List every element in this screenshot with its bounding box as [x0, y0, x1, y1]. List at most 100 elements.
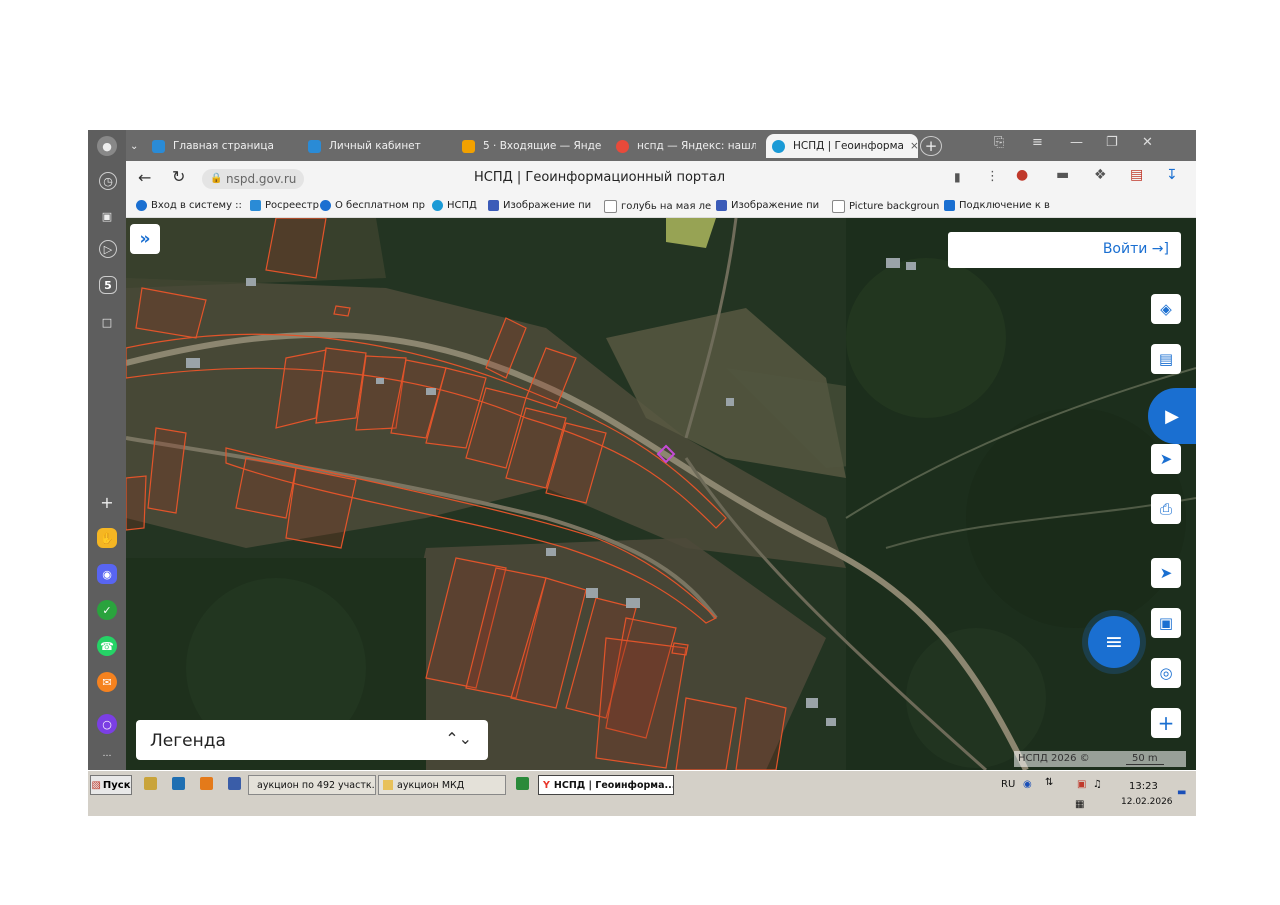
start-button[interactable]: ▧ Пуск [90, 775, 132, 795]
chat-button[interactable]: ≡ [1088, 616, 1140, 668]
show-desktop-icon[interactable]: ▬ [1177, 787, 1186, 798]
new-tab-button[interactable]: + [920, 136, 942, 156]
close-window-icon[interactable]: ✕ [1142, 135, 1153, 150]
downloads-icon[interactable]: ↧ [1166, 167, 1178, 183]
lock-icon: 🔒 [210, 173, 223, 184]
close-icon[interactable]: × [910, 140, 918, 152]
add-panel-icon[interactable]: + [97, 492, 117, 512]
minimize-icon[interactable]: — [1070, 135, 1083, 150]
whatsapp-icon[interactable]: ☎ [97, 636, 117, 656]
bookmark-item[interactable]: Изображение пи [488, 200, 591, 211]
tab-nspd[interactable]: НСПД | Геоинформа × [766, 134, 918, 158]
expand-panel-button[interactable]: » [130, 224, 160, 254]
bookmark-item[interactable]: Росреестр [250, 200, 319, 211]
save-icon[interactable] [228, 777, 241, 790]
attribution: НСПД 2026 © [1018, 753, 1090, 764]
clock-date[interactable]: 12.02.2026 [1121, 797, 1173, 807]
extension-icon[interactable]: ● [1016, 167, 1028, 183]
hand-app-icon[interactable]: ✋ [97, 528, 117, 548]
tab-bar: ⌄ Главная страница Личный кабинет 5 · Вх… [126, 130, 1196, 161]
measure-ruler-button[interactable]: ▤ [1151, 344, 1181, 374]
tab-label: 5 · Входящие — Яндекс [483, 140, 602, 152]
taskbar-item[interactable]: аукцион МКД [378, 775, 506, 795]
bookmark-item[interactable]: голубь на мая ле [604, 200, 711, 213]
browser-sidebar: ● ◷ ▣ ▷ 5 □ + ✋ ◉ ✓ ☎ ✉ ○ … [88, 130, 126, 770]
reload-icon[interactable]: ↻ [172, 167, 185, 186]
side-panel-toggle[interactable]: ▶ [1148, 388, 1196, 444]
rosreestr-icon [152, 139, 165, 153]
more-icon[interactable]: … [97, 744, 117, 764]
collections-icon[interactable]: ▣ [97, 206, 117, 226]
tab-label: Личный кабинет [329, 140, 421, 152]
search-location-button[interactable]: ◎ [1151, 658, 1181, 688]
system-tray: RU ◉ ⇅ ▣ ♫ ▦ 13:23 12.02.2026 ▬ [993, 773, 1193, 815]
sidebar-badge[interactable]: 5 [99, 276, 117, 294]
restore-icon[interactable]: ❐ [1106, 135, 1118, 150]
excel-icon[interactable] [516, 777, 529, 790]
tasks-check-icon[interactable]: ✓ [97, 600, 117, 620]
folder-icon [383, 780, 393, 790]
folder-icon[interactable] [144, 777, 157, 790]
scale-label: 50 m [1126, 753, 1164, 765]
os-taskbar: ▧ Пуск аукцион по 492 участк... аукцион … [88, 770, 1196, 816]
mail-app-icon[interactable]: ✉ [97, 672, 117, 692]
tab-main[interactable]: Главная страница [152, 134, 292, 158]
url-field[interactable]: 🔒 nspd.gov.ru [202, 169, 305, 189]
map-view[interactable]: » Войти →] ◈ ▤ ▶ ➤ ⎙ ➤ ▣ ◎ + ≡ Легенда ⌃… [126, 218, 1196, 770]
bookmark-item[interactable]: НСПД [432, 200, 477, 211]
print-button[interactable]: ⎙ [1151, 494, 1181, 524]
bookmark-page-icon[interactable]: ⎘ [994, 135, 1004, 150]
bookmark-icon[interactable]: ▮ [954, 170, 961, 184]
zoom-in-button[interactable]: + [1151, 708, 1181, 738]
legend-toggle-icon[interactable]: ⌃⌄ [445, 729, 472, 748]
login-button[interactable]: Войти →] [948, 232, 1181, 268]
taskbar-item-active[interactable]: Y НСПД | Геоинформа... [538, 775, 674, 795]
pdf-icon[interactable]: ▤ [1130, 167, 1143, 183]
mask-icon[interactable]: ▬ [1056, 167, 1069, 183]
bookmark-item[interactable]: О бесплатном пр [320, 200, 425, 211]
login-label: Войти →] [1102, 241, 1169, 257]
profile-icon[interactable]: ● [97, 136, 117, 156]
layers-button[interactable]: ◈ [1151, 294, 1181, 324]
screenshot-icon[interactable]: □ [97, 312, 117, 332]
tab-label: нспд — Яндекс: нашлос [637, 140, 756, 152]
alice-icon[interactable]: ○ [97, 714, 117, 734]
bookmarks-bar: Вход в систему :: Росреестр О бесплатном… [126, 197, 1196, 218]
legend-label: Легенда [150, 731, 226, 751]
tab-mail[interactable]: 5 · Входящие — Яндекс [462, 134, 602, 158]
language-indicator[interactable]: RU [1001, 779, 1015, 790]
screenshot-frame: ● ◷ ▣ ▷ 5 □ + ✋ ◉ ✓ ☎ ✉ ○ … ⌄ Главная ст… [88, 130, 1196, 816]
tab-list-icon[interactable]: ⌄ [130, 134, 150, 158]
back-icon[interactable]: ← [138, 168, 151, 187]
minimap-button[interactable]: ▣ [1151, 608, 1181, 638]
play-icon[interactable]: ▷ [99, 240, 117, 258]
clock-time[interactable]: 13:23 [1129, 781, 1158, 792]
geolocation-button[interactable]: ➤ [1151, 558, 1181, 588]
more-options-icon[interactable]: ⋮ [986, 169, 999, 184]
help-icon[interactable]: ◉ [1023, 779, 1032, 790]
share-button[interactable]: ➤ [1151, 444, 1181, 474]
photoshop-icon[interactable] [172, 777, 185, 790]
extensions-puzzle-icon[interactable]: ❖ [1094, 167, 1107, 183]
keyboard-icon[interactable]: ▦ [1075, 799, 1084, 810]
nspd-icon [772, 139, 785, 153]
bookmark-item[interactable]: Подключение к в [944, 200, 1050, 211]
antivirus-icon[interactable]: ▣ [1077, 779, 1086, 790]
tab-search[interactable]: нспд — Яндекс: нашлос [616, 134, 756, 158]
bookmark-item[interactable]: Picture backgroun [832, 200, 939, 213]
panel-icon: ▶ [1165, 405, 1179, 427]
history-icon[interactable]: ◷ [99, 172, 117, 190]
network-icon[interactable]: ⇅ [1045, 777, 1053, 788]
bookmark-item[interactable]: Вход в систему :: [136, 200, 242, 211]
tab-label: НСПД | Геоинформа [793, 140, 904, 152]
address-bar: ← ↻ 🔒 nspd.gov.ru НСПД | Геоинформационн… [126, 161, 1196, 197]
page-title: НСПД | Геоинформационный портал [474, 170, 725, 185]
illustrator-icon[interactable] [200, 777, 213, 790]
tab-cabinet[interactable]: Личный кабинет [308, 134, 448, 158]
volume-icon[interactable]: ♫ [1093, 779, 1102, 790]
taskbar-item[interactable]: аукцион по 492 участк... [248, 775, 376, 795]
discord-icon[interactable]: ◉ [97, 564, 117, 584]
bookmark-item[interactable]: Изображение пи [716, 200, 819, 211]
menu-icon[interactable]: ≡ [1032, 135, 1043, 150]
legend-panel[interactable]: Легенда ⌃⌄ [136, 720, 488, 760]
